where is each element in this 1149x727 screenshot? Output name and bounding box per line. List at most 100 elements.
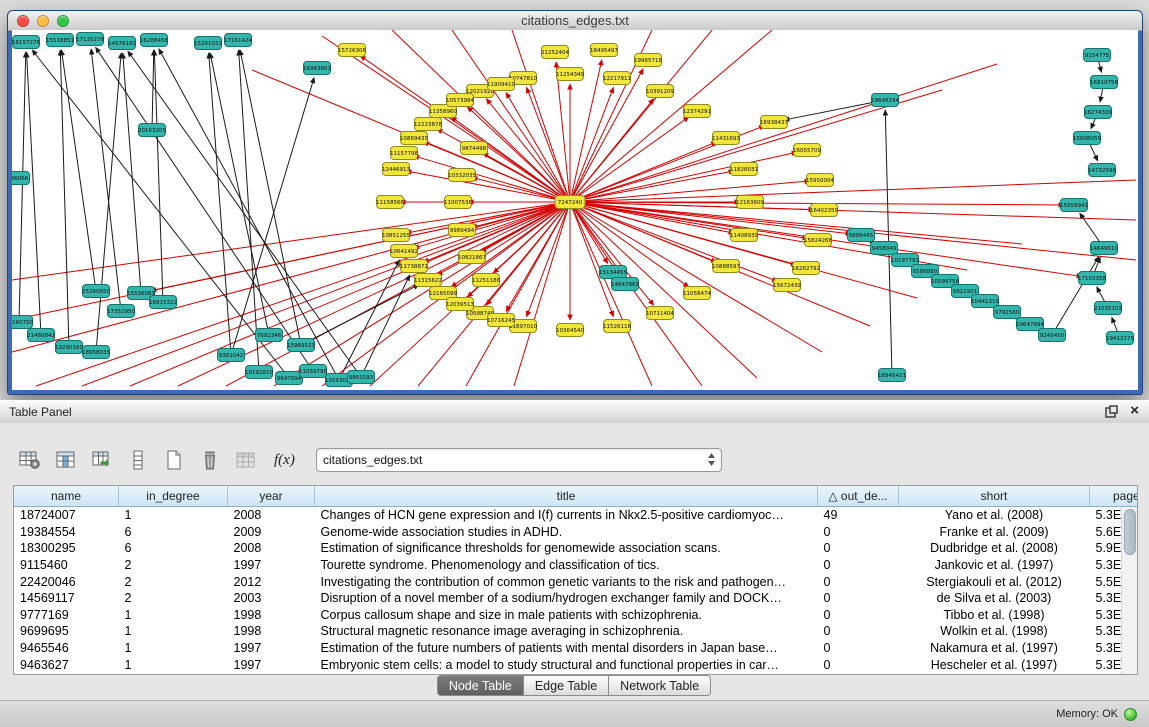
column-header-name[interactable]: name xyxy=(14,486,119,507)
graph-node[interactable]: 10573984 xyxy=(446,94,474,107)
graph-node[interactable]: 10641492 xyxy=(390,245,418,258)
graph-node[interactable]: 11254349 xyxy=(556,68,584,81)
table-row[interactable]: 977716911998Corpus callosum shape and si… xyxy=(14,607,1138,624)
graph-node[interactable]: 11526118 xyxy=(603,320,631,333)
graph-node[interactable]: 17161424 xyxy=(224,34,252,47)
graph-node[interactable]: 12446913 xyxy=(382,163,410,176)
graph-node[interactable]: 14647969 xyxy=(611,278,639,291)
graph-node[interactable]: 10869435 xyxy=(400,132,428,145)
table-scrollbar[interactable] xyxy=(1121,507,1137,674)
graph-node[interactable]: 12374291 xyxy=(683,105,711,118)
graph-edge[interactable] xyxy=(159,49,339,380)
graph-edge[interactable] xyxy=(128,51,361,377)
graph-node[interactable]: 10888597 xyxy=(712,260,740,273)
table-row[interactable]: 2242004622012Investigating the contribut… xyxy=(14,573,1138,590)
graph-node[interactable]: 15950004 xyxy=(806,174,834,187)
graph-edge[interactable] xyxy=(322,36,570,202)
column-header-out_de[interactable]: △ out_de... xyxy=(818,486,899,507)
graph-node[interactable]: 12163609 xyxy=(736,196,764,209)
graph-node[interactable]: 17135278 xyxy=(76,33,104,46)
graph-node[interactable]: 19648294 xyxy=(871,94,899,107)
graph-edge[interactable] xyxy=(36,202,570,386)
graph-node[interactable]: 16983801 xyxy=(303,62,331,75)
graph-node[interactable]: 15726306 xyxy=(338,44,366,57)
graph-node[interactable]: 16274339 xyxy=(1084,106,1112,119)
graph-node[interactable]: 9245450 xyxy=(1039,329,1066,342)
graph-node[interactable]: 2146066 xyxy=(12,172,30,185)
graph-edge[interactable] xyxy=(486,99,570,202)
table-row[interactable]: 1830029562008Estimation of significance … xyxy=(14,540,1138,557)
graph-edge[interactable] xyxy=(82,202,570,386)
graph-node[interactable]: 15672439 xyxy=(773,279,801,292)
graph-edge[interactable] xyxy=(123,53,141,293)
close-panel-button[interactable]: × xyxy=(1130,404,1139,418)
table-scrollbar-thumb[interactable] xyxy=(1124,509,1136,555)
rows-button[interactable] xyxy=(124,447,152,473)
graph-node[interactable]: 17103358 xyxy=(1078,272,1106,285)
graph-node[interactable]: 9886445 xyxy=(848,229,875,242)
graph-edge[interactable] xyxy=(570,202,613,317)
graph-node[interactable]: 11157798 xyxy=(390,147,418,160)
graph-node[interactable]: 18495497 xyxy=(590,44,618,57)
graph-node[interactable]: 11826031 xyxy=(730,163,758,176)
column-header-pagerank[interactable]: pagerank xyxy=(1090,486,1139,507)
network-graph[interactable]: 7247240112543491221791110391209123742911… xyxy=(12,30,1138,390)
graph-node[interactable]: 10192810 xyxy=(245,366,273,379)
graph-node[interactable]: 15261032 xyxy=(194,37,222,50)
graph-node[interactable]: 10821867 xyxy=(458,251,486,264)
graph-node[interactable]: 15518851 xyxy=(46,34,74,47)
table-row[interactable]: 946362711997Embryonic stem cells: a mode… xyxy=(14,656,1138,673)
table-row[interactable]: 946554611997Estimation of the future num… xyxy=(14,640,1138,657)
graph-node[interactable]: 16402359 xyxy=(810,204,838,217)
create-column-button[interactable] xyxy=(88,447,116,473)
graph-node[interactable]: 16938437 xyxy=(760,116,788,129)
delete-table-button[interactable] xyxy=(196,447,224,473)
graph-node[interactable]: 14732596 xyxy=(1088,164,1116,177)
graph-node[interactable]: 11158566 xyxy=(376,196,404,209)
graph-node[interactable]: 11251186 xyxy=(472,274,500,287)
float-panel-button[interactable] xyxy=(1105,405,1118,418)
table-panel-header[interactable]: Table Panel × xyxy=(0,400,1149,424)
graph-node[interactable]: 10851255 xyxy=(382,229,410,242)
graph-edge[interactable] xyxy=(301,285,419,345)
graph-node[interactable]: 19412175 xyxy=(1106,332,1134,345)
graph-node[interactable]: 11058474 xyxy=(683,287,711,300)
graph-node[interactable]: 20163205 xyxy=(138,124,166,137)
graph-edge[interactable] xyxy=(1052,257,1099,335)
graph-node[interactable]: 16157276 xyxy=(12,36,40,49)
graph-edge[interactable] xyxy=(91,49,121,311)
column-header-in_degree[interactable]: in_degree xyxy=(119,486,228,507)
graph-node[interactable]: 9989494 xyxy=(449,224,476,237)
graph-node[interactable]: 18958035 xyxy=(82,346,110,359)
graph-node[interactable]: 12223878 xyxy=(414,118,442,131)
tab-edge-table[interactable]: Edge Table xyxy=(523,675,609,696)
graph-node[interactable]: 16810758 xyxy=(1090,76,1118,89)
graph-node[interactable]: 19965718 xyxy=(634,54,662,67)
graph-node[interactable]: 18945421 xyxy=(878,369,906,382)
graph-node[interactable]: 11059790 xyxy=(299,365,327,378)
graph-node[interactable]: 11909410 xyxy=(487,78,515,91)
graph-node[interactable]: 16815322 xyxy=(149,296,177,309)
graph-node[interactable]: 9154775 xyxy=(1084,49,1111,62)
graph-edge[interactable] xyxy=(570,202,1022,244)
graph-node[interactable]: 10332035 xyxy=(448,169,476,182)
graph-node[interactable]: 11007538 xyxy=(444,196,472,209)
graph-node[interactable]: 10391209 xyxy=(646,85,674,98)
column-header-year[interactable]: year xyxy=(228,486,315,507)
graph-node[interactable]: 12039513 xyxy=(446,298,474,311)
new-table-button[interactable] xyxy=(160,447,188,473)
function-builder-button[interactable]: f(x) xyxy=(268,451,298,470)
graph-node[interactable]: 10716245 xyxy=(487,314,515,327)
map-table-button[interactable] xyxy=(232,447,260,473)
graph-node[interactable]: 16288458 xyxy=(140,34,168,47)
graph-edge[interactable] xyxy=(527,87,570,202)
graph-node[interactable]: 10364540 xyxy=(556,324,584,337)
graph-node[interactable]: 15134455 xyxy=(599,266,627,279)
graph-node[interactable]: 9861593 xyxy=(348,371,375,384)
graph-edge[interactable] xyxy=(570,202,652,386)
graph-node[interactable]: 11408939 xyxy=(730,229,758,242)
window-titlebar[interactable]: citations_edges.txt xyxy=(8,11,1142,31)
graph-node[interactable]: 12217911 xyxy=(603,72,631,85)
graph-node[interactable]: 15824268 xyxy=(804,234,832,247)
graph-node[interactable]: 11738871 xyxy=(400,260,428,273)
